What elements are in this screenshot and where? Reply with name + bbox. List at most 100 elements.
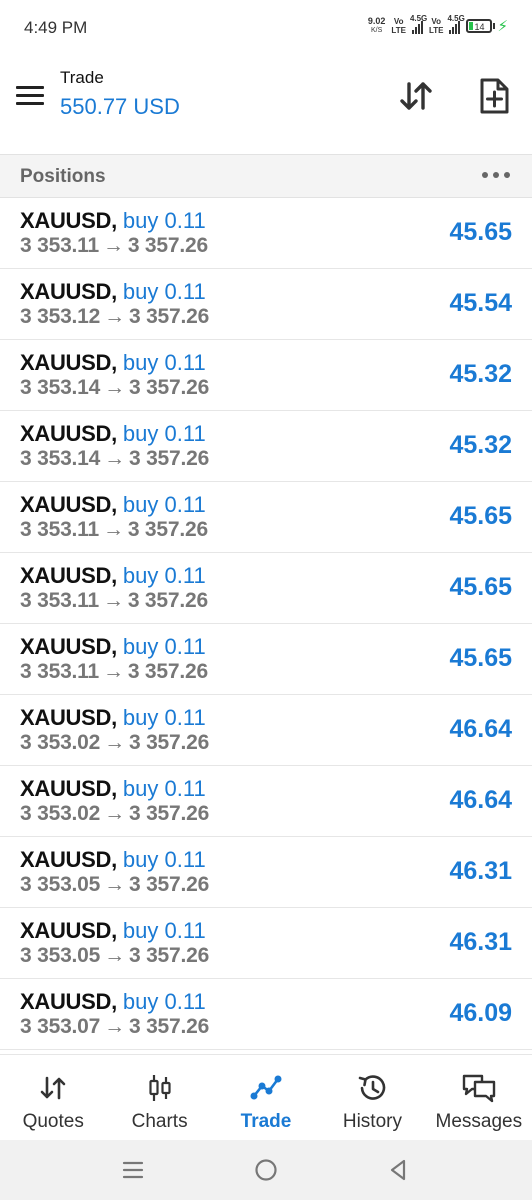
position-title: XAUUSD, buy 0.11	[20, 492, 206, 518]
tab-trade[interactable]: Trade	[213, 1055, 319, 1140]
position-current-price: 3 357.26	[128, 447, 210, 470]
position-row[interactable]: XAUUSD, buy 0.11 3 353.11 → 3 357.26 45.65	[0, 482, 532, 553]
position-profit: 45.32	[449, 360, 512, 388]
price-arrow-icon: →	[103, 660, 124, 683]
new-document-icon	[480, 78, 509, 114]
tab-label: History	[342, 1111, 402, 1132]
price-arrow-icon: →	[103, 589, 124, 612]
system-nav-bar	[0, 1140, 532, 1200]
quotes-icon	[40, 1076, 66, 1100]
position-current-price: 3 357.26	[128, 376, 210, 399]
position-title: XAUUSD, buy 0.11	[20, 705, 206, 731]
title-block: Trade 550.77 USD	[60, 68, 180, 120]
position-prices: 3 353.02 → 3 357.26	[20, 731, 209, 755]
position-current-price: 3 357.26	[128, 731, 210, 754]
position-row[interactable]: XAUUSD, buy 0.11 3 353.11 → 3 357.26 45.65	[0, 624, 532, 695]
status-bar: 4:49 PM 9.02 K/S Vo LTE 4.5G Vo LTE 4.5G…	[0, 0, 532, 58]
new-order-button[interactable]	[472, 74, 516, 118]
volte-indicator-1: Vo LTE	[391, 17, 406, 35]
position-symbol: XAUUSD,	[20, 847, 117, 872]
position-open-price: 3 353.11	[20, 518, 99, 541]
position-row[interactable]: XAUUSD, buy 0.11 3 353.02 → 3 357.26 46.64	[0, 695, 532, 766]
tab-charts[interactable]: Charts	[106, 1055, 212, 1140]
hamburger-menu-icon[interactable]	[16, 84, 44, 106]
position-row[interactable]: XAUUSD, buy 0.11 3 353.05 → 3 357.26 46.31	[0, 837, 532, 908]
position-direction: buy 0.11	[122, 492, 206, 517]
position-open-price: 3 353.05	[20, 873, 101, 896]
more-dots-icon[interactable]	[482, 161, 510, 189]
position-row[interactable]: XAUUSD, buy 0.11 3 353.14 → 3 357.26 45.32	[0, 340, 532, 411]
network-speed-unit: K/S	[371, 27, 383, 34]
status-indicators: 9.02 K/S Vo LTE 4.5G Vo LTE 4.5G 14 ⚡	[368, 14, 508, 36]
position-title: XAUUSD, buy 0.11	[20, 634, 206, 660]
position-profit: 46.09	[449, 999, 512, 1027]
position-symbol: XAUUSD,	[20, 776, 117, 801]
position-open-price: 3 353.14	[20, 376, 101, 399]
position-row[interactable]: XAUUSD, buy 0.11 3 353.14 → 3 357.26 45.32	[0, 411, 532, 482]
position-profit: 46.64	[449, 786, 512, 814]
position-open-price: 3 353.02	[20, 802, 101, 825]
price-arrow-icon: →	[104, 376, 125, 399]
position-row[interactable]: XAUUSD, buy 0.11 3 353.11 → 3 357.26 45.65	[0, 198, 532, 269]
account-balance: 550.77 USD	[60, 94, 180, 119]
position-prices: 3 353.11 → 3 357.26	[20, 518, 208, 542]
signal-icon: 4.5G	[447, 14, 465, 34]
position-prices: 3 353.12 → 3 357.26	[20, 305, 209, 329]
position-title: XAUUSD, buy 0.11	[20, 350, 206, 376]
volte-top: Vo	[393, 17, 404, 26]
position-title: XAUUSD, buy 0.11	[20, 989, 206, 1015]
recents-icon	[122, 1161, 144, 1179]
position-prices: 3 353.11 → 3 357.26	[20, 589, 208, 613]
messages-icon	[462, 1074, 496, 1103]
tab-history[interactable]: History	[319, 1055, 425, 1140]
position-profit: 45.65	[449, 218, 512, 246]
network-speed: 9.02 K/S	[368, 16, 386, 36]
battery-level: 14	[474, 22, 485, 32]
position-symbol: XAUUSD,	[20, 492, 117, 517]
position-direction: buy 0.11	[122, 918, 206, 943]
position-profit: 46.31	[449, 928, 512, 956]
position-direction: buy 0.11	[122, 563, 206, 588]
position-profit: 45.65	[449, 502, 512, 530]
price-arrow-icon: →	[104, 447, 125, 470]
home-button[interactable]	[250, 1154, 282, 1186]
price-arrow-icon: →	[104, 873, 125, 896]
tab-quotes[interactable]: Quotes	[0, 1055, 106, 1140]
position-title: XAUUSD, buy 0.11	[20, 563, 206, 589]
price-arrow-icon: →	[104, 731, 125, 754]
position-row[interactable]: XAUUSD, buy 0.11 3 353.07 → 3 357.26 46.09	[0, 979, 532, 1050]
back-button[interactable]	[382, 1154, 414, 1186]
position-row[interactable]: XAUUSD, buy 0.11 3 353.02 → 3 357.26 46.64	[0, 766, 532, 837]
price-arrow-icon: →	[104, 802, 125, 825]
app-header: Trade 550.77 USD	[0, 58, 532, 154]
position-row[interactable]: XAUUSD, buy 0.11 3 353.12 → 3 357.26 45.54	[0, 269, 532, 340]
back-triangle-icon	[390, 1159, 406, 1181]
position-profit: 45.65	[449, 644, 512, 672]
position-direction: buy 0.11	[122, 776, 206, 801]
position-direction: buy 0.11	[122, 989, 206, 1014]
position-row[interactable]: XAUUSD, buy 0.11 3 353.05 → 3 357.26 46.31	[0, 908, 532, 979]
price-arrow-icon: →	[104, 1015, 125, 1038]
position-row[interactable]: XAUUSD, buy 0.11 3 353.11 → 3 357.26 45.65	[0, 553, 532, 624]
position-symbol: XAUUSD,	[20, 208, 117, 233]
position-profit: 46.31	[449, 857, 512, 885]
position-prices: 3 353.05 → 3 357.26	[20, 873, 209, 897]
bottom-tab-bar: Quotes Charts Trade History Messages	[0, 1054, 532, 1140]
volte-top: Vo	[431, 17, 442, 26]
positions-label: Positions	[20, 166, 106, 187]
tab-messages[interactable]: Messages	[426, 1055, 532, 1140]
position-prices: 3 353.11 → 3 357.26	[20, 660, 208, 684]
position-open-price: 3 353.12	[20, 305, 101, 328]
recents-button[interactable]	[117, 1154, 149, 1186]
sort-button[interactable]	[394, 74, 438, 118]
position-direction: buy 0.11	[122, 208, 206, 233]
status-time: 4:49 PM	[24, 18, 88, 37]
position-title: XAUUSD, buy 0.11	[20, 279, 206, 305]
price-arrow-icon: →	[103, 518, 124, 541]
position-direction: buy 0.11	[122, 350, 206, 375]
position-profit: 45.32	[449, 431, 512, 459]
position-direction: buy 0.11	[122, 279, 206, 304]
position-direction: buy 0.11	[122, 705, 206, 730]
history-icon	[359, 1075, 386, 1100]
position-open-price: 3 353.11	[20, 234, 99, 257]
